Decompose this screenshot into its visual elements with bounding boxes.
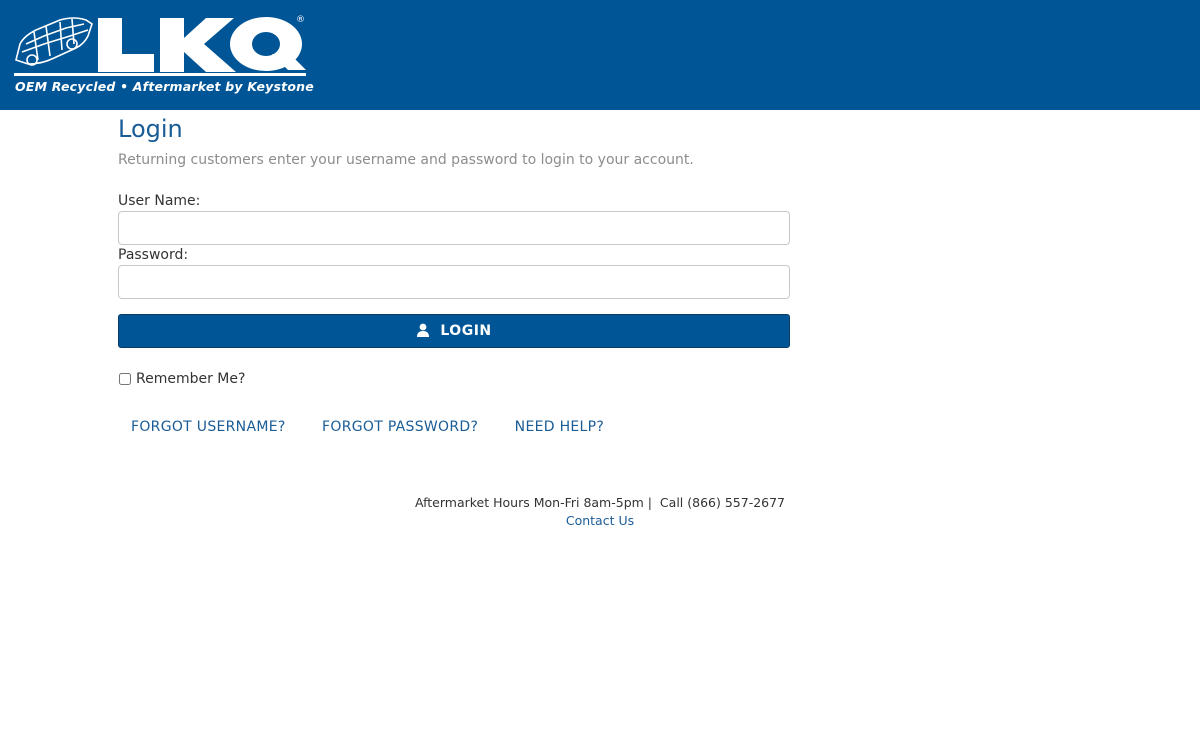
car-emblem-icon — [15, 17, 93, 66]
registered-mark: ® — [296, 15, 305, 25]
help-links: FORGOT USERNAME? FORGOT PASSWORD? NEED H… — [131, 419, 636, 435]
lkq-logo-graphic — [14, 17, 306, 76]
username-label: User Name: — [118, 193, 201, 209]
login-button[interactable]: LOGIN — [118, 314, 790, 348]
page-footer: Aftermarket Hours Mon-Fri 8am-5pm | Call… — [0, 494, 1200, 530]
username-input[interactable] — [118, 211, 790, 245]
remember-me[interactable]: Remember Me? — [118, 371, 245, 387]
page-title: Login — [118, 115, 183, 143]
footer-hours: Aftermarket Hours Mon-Fri 8am-5pm | Call… — [414, 495, 786, 510]
login-button-label: LOGIN — [440, 323, 492, 339]
site-header: ® OEM Recycled • Aftermarket by Keystone — [0, 0, 1200, 110]
logo-letter-k — [160, 18, 236, 72]
remember-me-label: Remember Me? — [136, 371, 246, 387]
need-help-link[interactable]: NEED HELP? — [515, 419, 604, 435]
logo-tagline: OEM Recycled • Aftermarket by Keystone — [15, 79, 314, 94]
logo-letter-l — [98, 18, 154, 72]
login-subtitle: Returning customers enter your username … — [118, 152, 694, 168]
lkq-logo[interactable]: ® OEM Recycled • Aftermarket by Keystone — [14, 14, 314, 98]
forgot-username-link[interactable]: FORGOT USERNAME? — [131, 419, 286, 435]
user-icon — [416, 323, 430, 337]
contact-us-link[interactable]: Contact Us — [566, 513, 634, 528]
logo-letter-q — [230, 17, 306, 71]
logo-rule — [14, 73, 306, 76]
forgot-password-link[interactable]: FORGOT PASSWORD? — [322, 419, 478, 435]
remember-me-checkbox[interactable] — [119, 373, 131, 385]
password-label: Password: — [118, 247, 189, 263]
password-input[interactable] — [118, 265, 790, 299]
